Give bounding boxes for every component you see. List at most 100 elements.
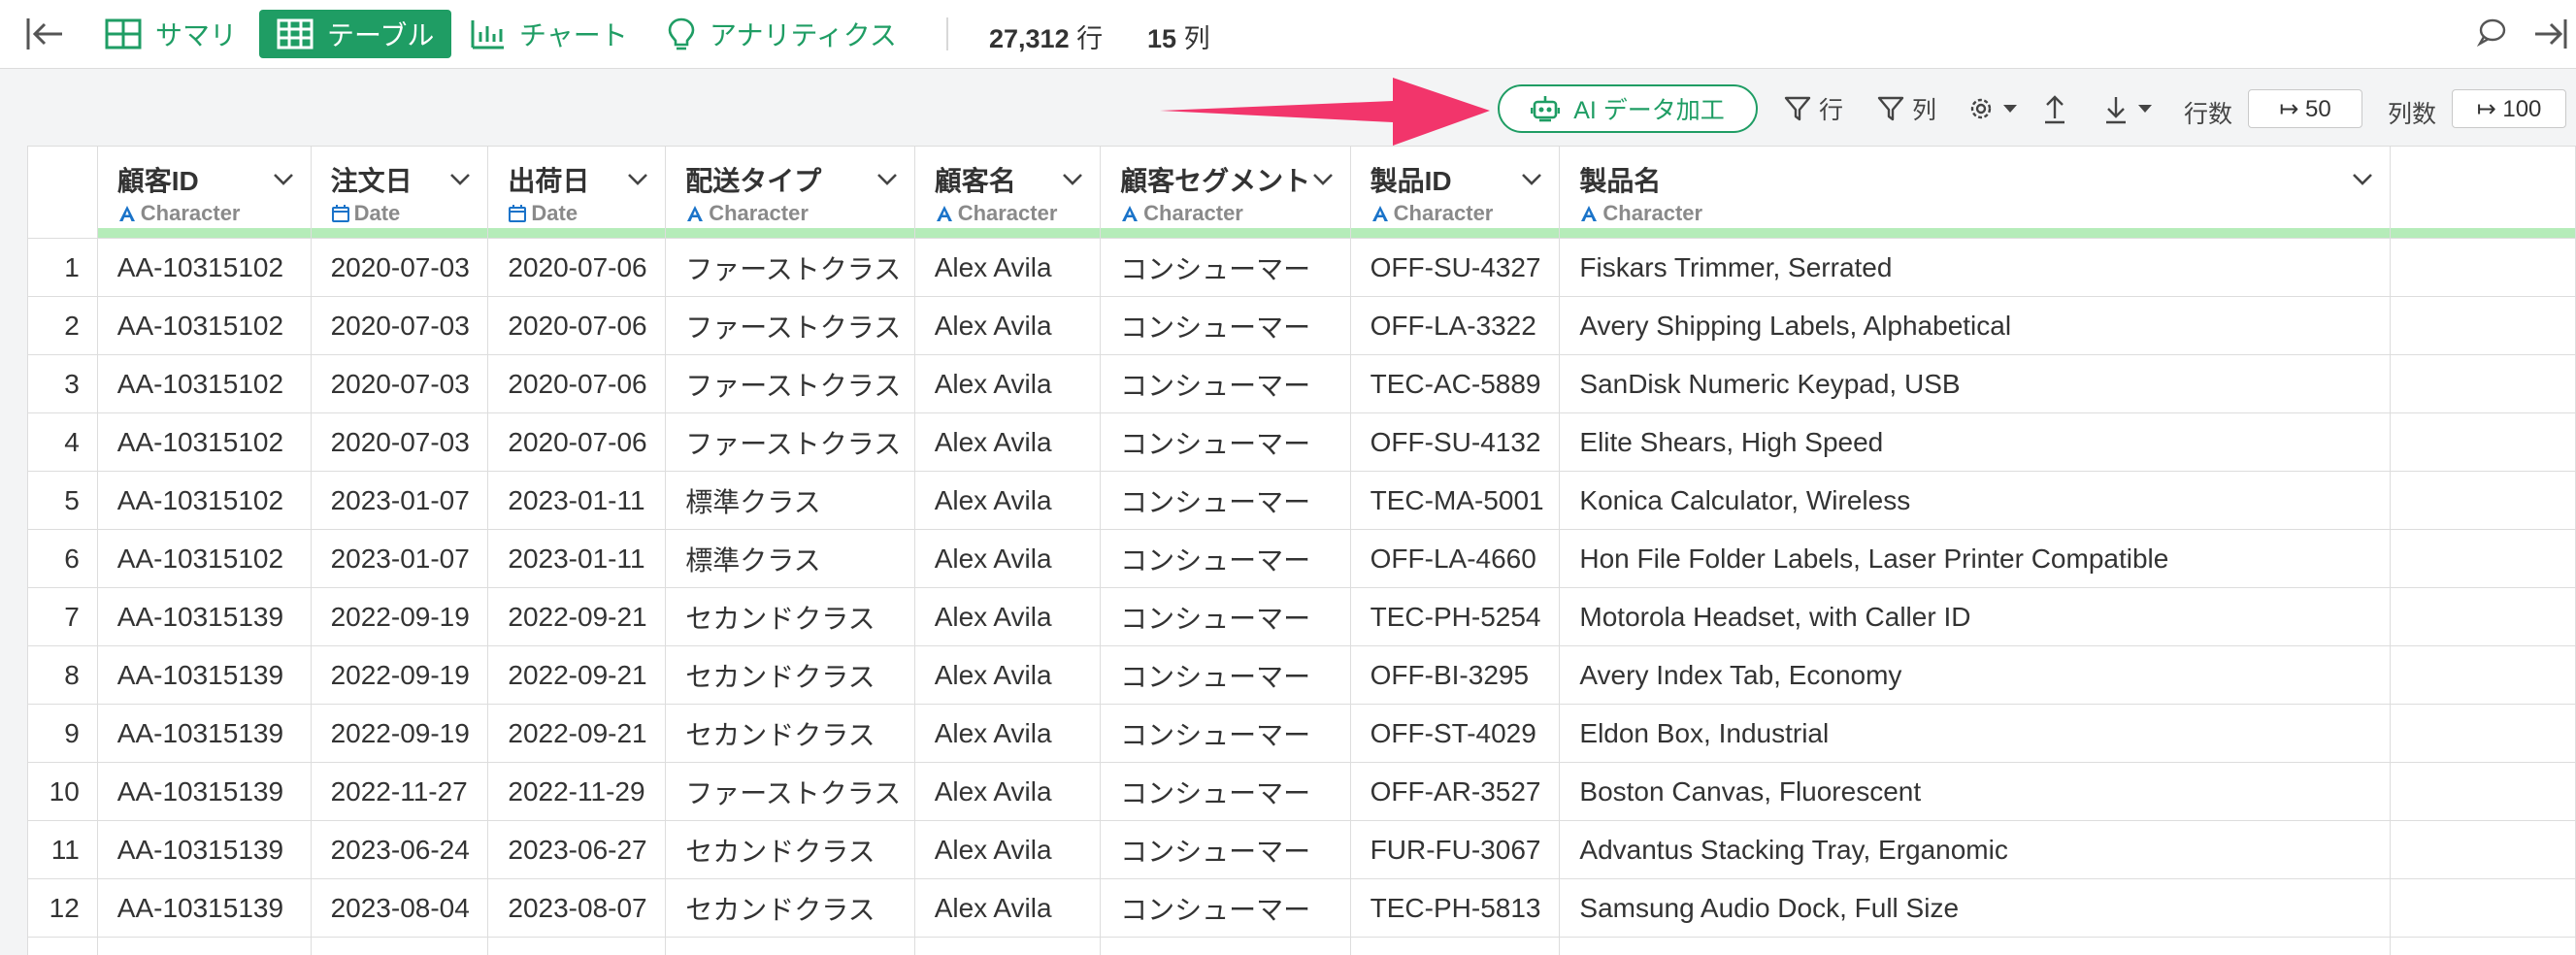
rows-limit-input[interactable]: ↦ 50	[2248, 89, 2362, 128]
table-row[interactable]: 2 AA-10315102 2020-07-03 2020-07-06 ファーストクラス…	[27, 296, 2576, 355]
table-cell[interactable]: TEC-PH-5254	[1349, 587, 1561, 646]
column-header[interactable]: 配送タイプ Character	[665, 146, 915, 239]
table-cell[interactable]: 2020-07-03	[310, 238, 489, 297]
table-cell[interactable]: OFF-LA-3322	[1349, 296, 1561, 355]
tab-table[interactable]: テーブル	[259, 10, 452, 58]
table-cell[interactable]: 2022-09-19	[310, 645, 489, 705]
table-cell-overflow[interactable]	[2390, 412, 2576, 472]
table-cell[interactable]	[310, 937, 489, 955]
table-cell[interactable]: 2023-01-07	[310, 529, 489, 588]
table-cell[interactable]: コンシューマー	[1100, 704, 1351, 763]
table-cell-overflow[interactable]	[2390, 762, 2576, 821]
column-header[interactable]: 注文日 Date	[310, 146, 489, 239]
table-cell[interactable]: AA-10315139	[96, 645, 312, 705]
table-cell[interactable]: FUR-FU-3067	[1349, 820, 1561, 879]
table-cell[interactable]	[1349, 937, 1561, 955]
table-cell[interactable]: AA-10315102	[96, 238, 312, 297]
table-cell[interactable]: Alex Avila	[913, 412, 1102, 472]
table-cell-overflow[interactable]	[2390, 645, 2576, 705]
table-cell[interactable]: AA-10315102	[96, 529, 312, 588]
chevron-down-icon[interactable]	[1520, 172, 1543, 187]
column-header-overflow[interactable]	[2390, 146, 2576, 239]
table-cell[interactable]	[1100, 937, 1351, 955]
table-cell[interactable]: コンシューマー	[1100, 820, 1351, 879]
table-cell[interactable]: Alex Avila	[913, 704, 1102, 763]
table-cell[interactable]: コンシューマー	[1100, 878, 1351, 938]
table-cell[interactable]: 2023-08-07	[487, 878, 667, 938]
table-cell[interactable]: 2022-09-21	[487, 645, 667, 705]
table-cell[interactable]: AA-10315139	[96, 704, 312, 763]
table-cell[interactable]	[2390, 937, 2576, 955]
table-cell[interactable]: 2023-06-24	[310, 820, 489, 879]
table-cell[interactable]: コンシューマー	[1100, 238, 1351, 297]
table-cell[interactable]: 標準クラス	[665, 471, 915, 530]
table-cell[interactable]: Alex Avila	[913, 471, 1102, 530]
table-cell[interactable]: OFF-SU-4327	[1349, 238, 1561, 297]
table-cell[interactable]: Alex Avila	[913, 296, 1102, 355]
chevron-down-icon[interactable]	[448, 172, 472, 187]
table-cell-overflow[interactable]	[2390, 820, 2576, 879]
table-cell[interactable]: Alex Avila	[913, 587, 1102, 646]
table-row[interactable]: 3 AA-10315102 2020-07-03 2020-07-06 ファーストクラス…	[27, 354, 2576, 413]
table-row[interactable]: 7 AA-10315139 2022-09-19 2022-09-21 セカンドクラス A…	[27, 587, 2576, 646]
table-cell[interactable]: 2020-07-06	[487, 354, 667, 413]
tab-summary[interactable]: サマリ	[105, 10, 237, 58]
table-cell[interactable]	[913, 937, 1102, 955]
table-cell[interactable]: コンシューマー	[1100, 762, 1351, 821]
table-cell[interactable]: ファーストクラス	[665, 762, 915, 821]
table-cell-overflow[interactable]	[2390, 238, 2576, 297]
table-cell[interactable]: セカンドクラス	[665, 820, 915, 879]
table-cell[interactable]: ファーストクラス	[665, 238, 915, 297]
table-cell[interactable]: ファーストクラス	[665, 354, 915, 413]
table-cell[interactable]: セカンドクラス	[665, 878, 915, 938]
table-cell[interactable]: 2022-11-27	[310, 762, 489, 821]
column-header[interactable]: 出荷日 Date	[487, 146, 667, 239]
table-cell[interactable]	[27, 937, 98, 955]
table-cell[interactable]: ファーストクラス	[665, 412, 915, 472]
table-cell[interactable]: AA-10315102	[96, 354, 312, 413]
table-cell[interactable]: Konica Calculator, Wireless	[1559, 471, 2392, 530]
table-row[interactable]: 4 AA-10315102 2020-07-03 2020-07-06 ファーストクラス…	[27, 412, 2576, 472]
table-cell[interactable]: Avery Shipping Labels, Alphabetical	[1559, 296, 2392, 355]
table-cell[interactable]: Elite Shears, High Speed	[1559, 412, 2392, 472]
table-cell[interactable]: Hon File Folder Labels, Laser Printer Co…	[1559, 529, 2392, 588]
table-cell[interactable]: 標準クラス	[665, 529, 915, 588]
table-cell[interactable]: ファーストクラス	[665, 296, 915, 355]
table-cell[interactable]: AA-10315102	[96, 412, 312, 472]
table-row[interactable]: 12 AA-10315139 2023-08-04 2023-08-07 セカンドクラス…	[27, 878, 2576, 938]
table-cell[interactable]: コンシューマー	[1100, 645, 1351, 705]
table-cell[interactable]: コンシューマー	[1100, 412, 1351, 472]
table-cell[interactable]: AA-10315102	[96, 296, 312, 355]
table-cell[interactable]: OFF-SU-4132	[1349, 412, 1561, 472]
table-cell[interactable]: 2020-07-06	[487, 296, 667, 355]
upload-icon[interactable]	[2041, 93, 2068, 124]
table-cell[interactable]: TEC-PH-5813	[1349, 878, 1561, 938]
table-cell[interactable]: AA-10315139	[96, 587, 312, 646]
table-cell[interactable]: OFF-BI-3295	[1349, 645, 1561, 705]
tab-analytics[interactable]: アナリティクス	[667, 10, 897, 58]
table-cell[interactable]: 2023-08-04	[310, 878, 489, 938]
table-cell[interactable]: コンシューマー	[1100, 471, 1351, 530]
table-row[interactable]: 8 AA-10315139 2022-09-19 2022-09-21 セカンドクラス A…	[27, 645, 2576, 705]
table-cell[interactable]: セカンドクラス	[665, 645, 915, 705]
table-cell[interactable]: コンシューマー	[1100, 529, 1351, 588]
table-cell[interactable]: Advantus Stacking Tray, Erganomic	[1559, 820, 2392, 879]
table-cell[interactable]: AA-10315139	[96, 878, 312, 938]
table-cell[interactable]: 2020-07-03	[310, 296, 489, 355]
table-cell[interactable]: OFF-ST-4029	[1349, 704, 1561, 763]
table-cell[interactable]: TEC-AC-5889	[1349, 354, 1561, 413]
chevron-down-icon[interactable]	[626, 172, 649, 187]
table-cell-overflow[interactable]	[2390, 587, 2576, 646]
table-cell[interactable]: 2023-01-07	[310, 471, 489, 530]
column-header[interactable]: 製品ID Character	[1349, 146, 1561, 239]
table-cell[interactable]: 2022-09-21	[487, 587, 667, 646]
table-cell[interactable]: Boston Canvas, Fluorescent	[1559, 762, 2392, 821]
table-cell[interactable]: セカンドクラス	[665, 587, 915, 646]
table-cell[interactable]: 2022-09-19	[310, 704, 489, 763]
table-cell[interactable]: コンシューマー	[1100, 587, 1351, 646]
table-cell-overflow[interactable]	[2390, 704, 2576, 763]
table-row[interactable]: 9 AA-10315139 2022-09-19 2022-09-21 セカンドクラス A…	[27, 704, 2576, 763]
table-row[interactable]: 11 AA-10315139 2023-06-24 2023-06-27 セカンドクラス…	[27, 820, 2576, 879]
table-row[interactable]: 5 AA-10315102 2023-01-07 2023-01-11 標準クラス Ale…	[27, 471, 2576, 530]
table-cell[interactable]: OFF-LA-4660	[1349, 529, 1561, 588]
